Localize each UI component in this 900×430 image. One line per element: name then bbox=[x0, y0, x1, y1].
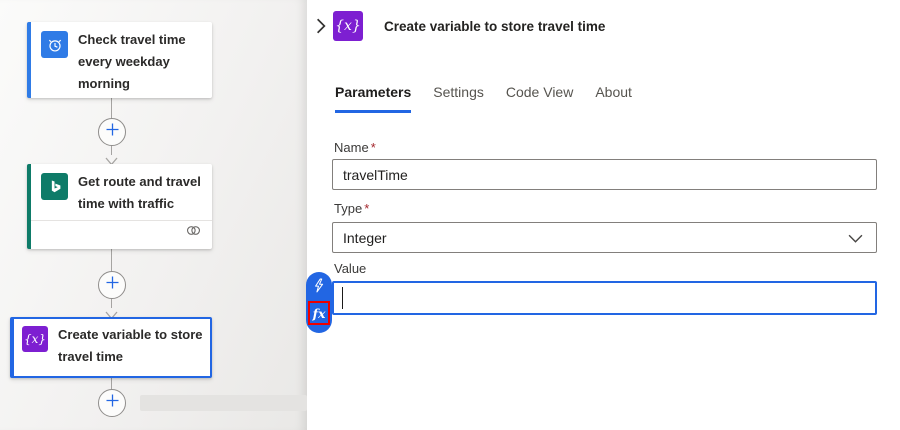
add-icon bbox=[105, 122, 120, 142]
value-field-label: Value bbox=[334, 261, 366, 276]
insert-step-button[interactable] bbox=[98, 271, 126, 299]
bing-maps-icon bbox=[41, 173, 68, 200]
variable-icon: {x} bbox=[333, 11, 363, 41]
variable-icon: {x} bbox=[22, 326, 48, 352]
card-title: Create variable to store travel time bbox=[58, 324, 204, 368]
type-field-label: Type* bbox=[334, 201, 369, 216]
panel-title: Create variable to store travel time bbox=[384, 19, 605, 34]
flow-card-trigger[interactable]: Check travel time every weekday morning bbox=[27, 22, 212, 98]
chevron-down-icon bbox=[848, 230, 863, 246]
card-title: Check travel time every weekday morning bbox=[78, 29, 204, 95]
dynamic-content-button[interactable] bbox=[309, 278, 329, 298]
name-input[interactable] bbox=[332, 159, 877, 190]
tab-settings[interactable]: Settings bbox=[433, 84, 484, 113]
type-dropdown[interactable]: Integer bbox=[332, 222, 877, 253]
lightning-icon bbox=[313, 278, 325, 298]
card-title: Get route and travel time with traffic bbox=[78, 171, 204, 215]
horizontal-scrollbar-thumb[interactable] bbox=[140, 395, 307, 411]
text-cursor bbox=[342, 287, 343, 309]
insert-step-button[interactable] bbox=[98, 118, 126, 146]
expression-button[interactable]: fx bbox=[308, 301, 330, 325]
required-asterisk: * bbox=[371, 140, 376, 155]
tab-about[interactable]: About bbox=[595, 84, 632, 113]
dynamic-content-pill: fx bbox=[306, 272, 332, 333]
connection-icon bbox=[185, 224, 202, 242]
value-input[interactable] bbox=[334, 283, 875, 313]
insert-step-button[interactable] bbox=[98, 389, 126, 417]
tab-parameters[interactable]: Parameters bbox=[335, 84, 411, 113]
action-details-panel: {x} Create variable to store travel time… bbox=[307, 0, 900, 430]
flow-card-bing-maps[interactable]: Get route and travel time with traffic bbox=[27, 164, 212, 249]
flow-canvas: Check travel time every weekday morning … bbox=[0, 0, 307, 430]
flow-card-create-variable[interactable]: {x} Create variable to store travel time bbox=[10, 317, 212, 378]
tab-bar: Parameters Settings Code View About bbox=[335, 84, 632, 113]
collapse-panel-button[interactable] bbox=[315, 17, 335, 37]
value-input-wrapper bbox=[332, 281, 877, 315]
tab-code-view[interactable]: Code View bbox=[506, 84, 573, 113]
type-dropdown-value: Integer bbox=[343, 230, 387, 246]
required-asterisk: * bbox=[364, 201, 369, 216]
chevron-right-icon bbox=[315, 22, 327, 39]
recurrence-clock-icon bbox=[41, 31, 68, 58]
name-field-label: Name* bbox=[334, 140, 376, 155]
add-icon bbox=[105, 275, 120, 295]
add-icon bbox=[105, 393, 120, 413]
